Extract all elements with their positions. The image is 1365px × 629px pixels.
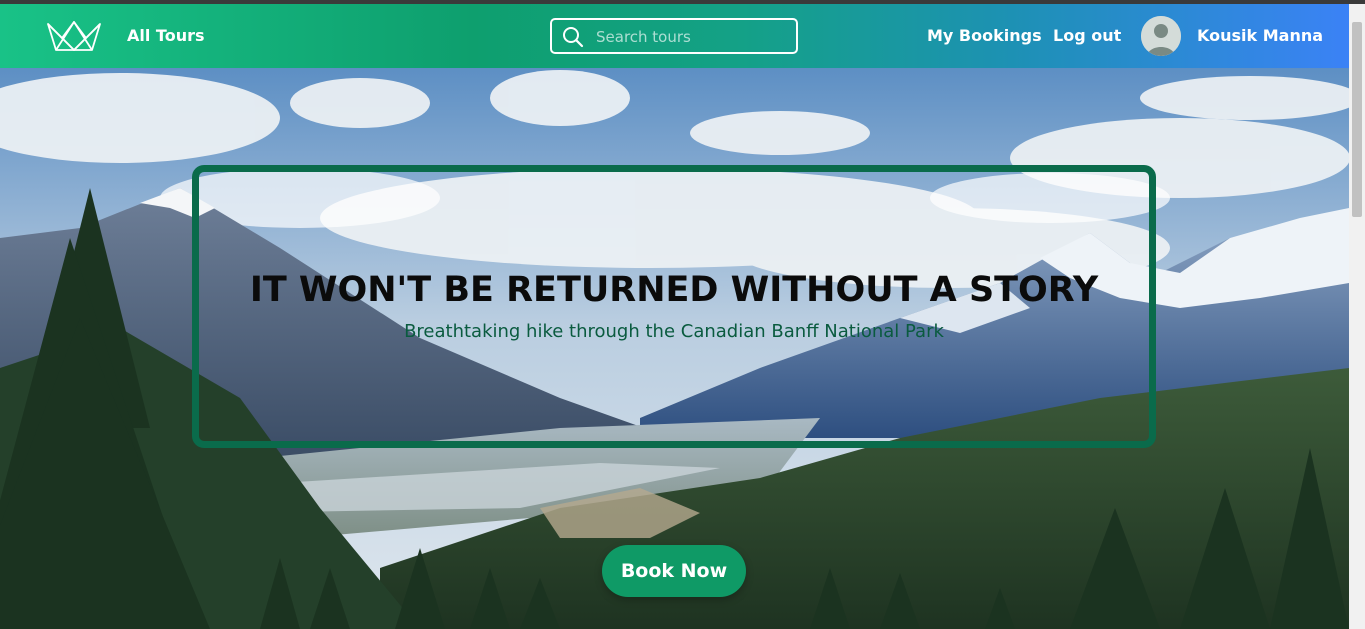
navbar: All Tours My Bookings Log out Kousik Man… <box>0 4 1349 68</box>
search-input[interactable] <box>596 24 792 50</box>
nav-all-tours-link[interactable]: All Tours <box>127 26 205 45</box>
user-avatar-icon[interactable] <box>1141 16 1181 56</box>
scrollbar-thumb[interactable] <box>1352 22 1362 217</box>
page-scrollbar[interactable] <box>1349 4 1365 629</box>
nav-logout-link[interactable]: Log out <box>1053 26 1121 45</box>
hero-subtitle: Breathtaking hike through the Canadian B… <box>404 321 944 342</box>
nav-user-name[interactable]: Kousik Manna <box>1197 26 1323 45</box>
hero-title: IT WON'T BE RETURNED WITHOUT A STORY <box>249 270 1099 310</box>
nav-my-bookings-link[interactable]: My Bookings <box>927 26 1042 45</box>
crown-logo-icon[interactable] <box>46 18 102 54</box>
book-now-button[interactable]: Book Now <box>602 545 746 597</box>
search-icon[interactable] <box>562 26 584 48</box>
hero-section: IT WON'T BE RETURNED WITHOUT A STORY Bre… <box>0 68 1349 629</box>
search-box[interactable] <box>550 18 798 54</box>
